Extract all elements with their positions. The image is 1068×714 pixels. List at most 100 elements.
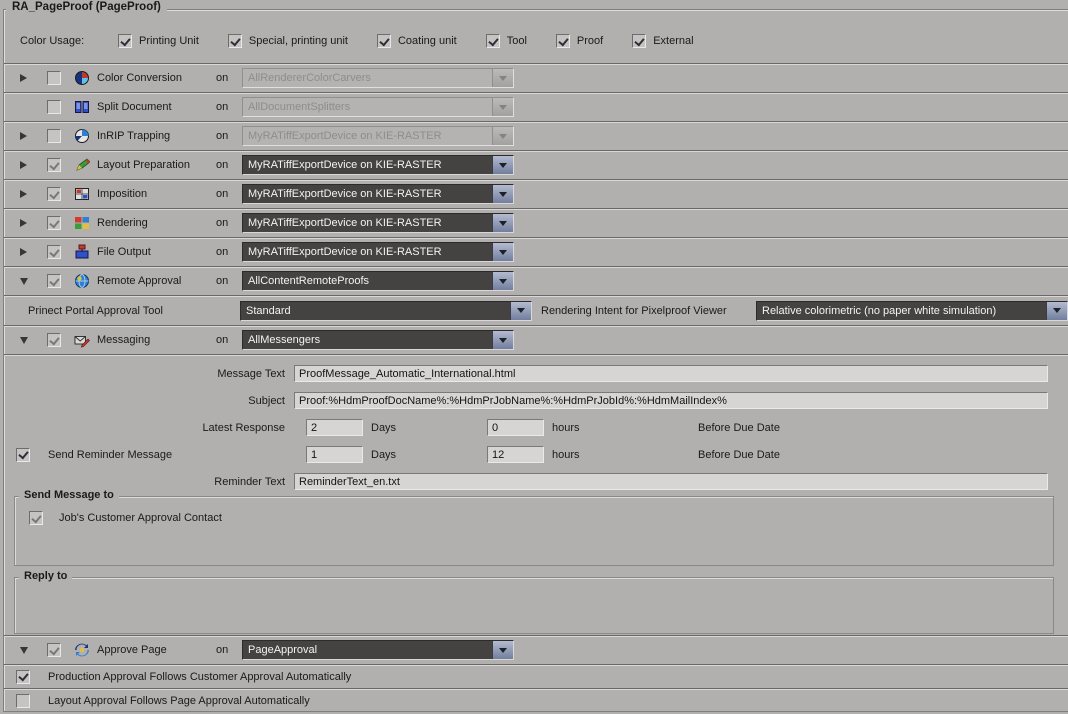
split-document-template-dropdown[interactable]: AllDocumentSplitters	[242, 97, 514, 117]
layout-approval-checkbox[interactable]	[16, 694, 30, 708]
color-usage-item: Printing Unit	[118, 34, 199, 48]
tool-checkbox[interactable]	[486, 34, 500, 48]
process-label: File Output	[97, 246, 208, 258]
latest-response-hours-input[interactable]	[487, 419, 544, 436]
file-output-template-dropdown[interactable]: MyRATiffExportDevice on KIE-RASTER	[242, 242, 514, 262]
dropdown-arrow-icon[interactable]	[492, 272, 513, 290]
arrow-triangle	[499, 134, 507, 139]
expander-slot[interactable]	[20, 219, 32, 227]
messaging-template-dropdown[interactable]: AllMessengers	[242, 330, 514, 350]
arrow-triangle	[499, 221, 507, 226]
dropdown-arrow-icon[interactable]	[492, 127, 513, 145]
process-row-inrip-trapping: InRIP Trapping on MyRATiffExportDevice o…	[4, 121, 1068, 150]
job-customer-approval-contact-checkbox[interactable]	[29, 511, 43, 525]
layout-preparation-checkbox[interactable]	[47, 158, 61, 172]
imposition-checkbox[interactable]	[47, 187, 61, 201]
subject-row: Subject	[4, 387, 1068, 414]
chevron-right-icon	[20, 132, 27, 140]
expander-slot[interactable]	[20, 337, 32, 344]
dropdown-arrow-icon[interactable]	[510, 302, 531, 320]
send-reminder-label: Send Reminder Message	[48, 449, 172, 461]
process-row-imposition: Imposition on MyRATiffExportDevice on KI…	[4, 179, 1068, 208]
color-usage-item: External	[632, 34, 693, 48]
expander-slot[interactable]	[20, 190, 32, 198]
dropdown-arrow-icon[interactable]	[492, 243, 513, 261]
rendering-template-dropdown[interactable]: MyRATiffExportDevice on KIE-RASTER	[242, 213, 514, 233]
reminder-text-input[interactable]	[294, 473, 1048, 490]
job-customer-approval-contact-label: Job's Customer Approval Contact	[59, 512, 222, 524]
external-label: External	[653, 35, 693, 47]
external-checkbox[interactable]	[632, 34, 646, 48]
layout-preparation-template-dropdown[interactable]: MyRATiffExportDevice on KIE-RASTER	[242, 155, 514, 175]
dropdown-arrow-icon[interactable]	[492, 69, 513, 87]
color-usage-item: Coating unit	[377, 34, 457, 48]
dropdown-arrow-icon[interactable]	[492, 185, 513, 203]
on-label: on	[216, 159, 231, 171]
inrip-trapping-checkbox[interactable]	[47, 129, 61, 143]
expander-slot[interactable]	[20, 248, 32, 256]
rendering-checkbox[interactable]	[47, 216, 61, 230]
expander-slot[interactable]	[20, 647, 32, 654]
messaging-checkbox[interactable]	[47, 333, 61, 347]
portal-approval-tool-dropdown[interactable]: Standard	[240, 301, 532, 321]
color-conversion-checkbox[interactable]	[47, 71, 61, 85]
dropdown-value: Relative colorimetric (no paper white si…	[757, 302, 1046, 320]
file-output-checkbox[interactable]	[47, 245, 61, 259]
production-approval-checkbox[interactable]	[16, 670, 30, 684]
message-text-row: Message Text	[4, 360, 1068, 387]
on-label: on	[216, 334, 231, 346]
message-text-input[interactable]	[294, 365, 1048, 382]
hours-label: hours	[552, 422, 690, 434]
expander-slot[interactable]	[20, 74, 32, 82]
color-conversion-icon	[74, 70, 90, 86]
dropdown-arrow-icon[interactable]	[492, 331, 513, 349]
process-row-approve-page: Approve Page on PageApproval	[4, 635, 1068, 664]
expander-slot[interactable]	[20, 161, 32, 169]
subject-input[interactable]	[294, 392, 1048, 409]
process-label: Approve Page	[97, 644, 208, 656]
split-document-icon	[74, 99, 90, 115]
pageproof-settings-window: RA_PageProof (PageProof) Color Usage: Pr…	[0, 0, 1068, 714]
latest-response-label: Latest Response	[4, 422, 294, 434]
remote-approval-checkbox[interactable]	[47, 274, 61, 288]
days-label: Days	[371, 422, 487, 434]
inrip-trapping-template-dropdown[interactable]: MyRATiffExportDevice on KIE-RASTER	[242, 126, 514, 146]
imposition-icon	[74, 186, 90, 202]
dropdown-arrow-icon[interactable]	[492, 156, 513, 174]
approve-page-checkbox[interactable]	[47, 643, 61, 657]
dropdown-arrow-icon[interactable]	[492, 98, 513, 116]
latest-response-days-input[interactable]	[306, 419, 363, 436]
send-message-to-legend: Send Message to	[19, 489, 119, 501]
on-label: on	[216, 72, 231, 84]
arrow-triangle	[499, 105, 507, 110]
imposition-template-dropdown[interactable]: MyRATiffExportDevice on KIE-RASTER	[242, 184, 514, 204]
expander-slot[interactable]	[20, 132, 32, 140]
proof-checkbox[interactable]	[556, 34, 570, 48]
dropdown-value: PageApproval	[243, 641, 492, 659]
process-row-file-output: File Output on MyRATiffExportDevice on K…	[4, 237, 1068, 266]
layout-approval-label: Layout Approval Follows Page Approval Au…	[48, 695, 310, 707]
special-printing-unit-checkbox[interactable]	[228, 34, 242, 48]
portal-approval-tool-label: Prinect Portal Approval Tool	[28, 305, 240, 317]
approve-page-template-dropdown[interactable]: PageApproval	[242, 640, 514, 660]
special-printing-unit-label: Special, printing unit	[249, 35, 348, 47]
dropdown-value: MyRATiffExportDevice on KIE-RASTER	[243, 127, 492, 145]
reminder-days-input[interactable]	[306, 446, 363, 463]
chevron-right-icon	[20, 161, 27, 169]
coating-unit-checkbox[interactable]	[377, 34, 391, 48]
dropdown-value: AllRendererColorCarvers	[243, 69, 492, 87]
split-document-checkbox[interactable]	[47, 100, 61, 114]
printing-unit-checkbox[interactable]	[118, 34, 132, 48]
dropdown-arrow-icon[interactable]	[492, 214, 513, 232]
expander-slot[interactable]	[20, 278, 32, 285]
process-row-messaging: Messaging on AllMessengers	[4, 325, 1068, 354]
reminder-text-row: Reminder Text	[4, 468, 1068, 495]
dropdown-arrow-icon[interactable]	[492, 641, 513, 659]
process-label: Rendering	[97, 217, 208, 229]
dropdown-arrow-icon[interactable]	[1046, 302, 1067, 320]
rendering-intent-dropdown[interactable]: Relative colorimetric (no paper white si…	[756, 301, 1068, 321]
reminder-hours-input[interactable]	[487, 446, 544, 463]
color-conversion-template-dropdown[interactable]: AllRendererColorCarvers	[242, 68, 514, 88]
remote-approval-template-dropdown[interactable]: AllContentRemoteProofs	[242, 271, 514, 291]
send-reminder-checkbox[interactable]	[16, 448, 30, 462]
